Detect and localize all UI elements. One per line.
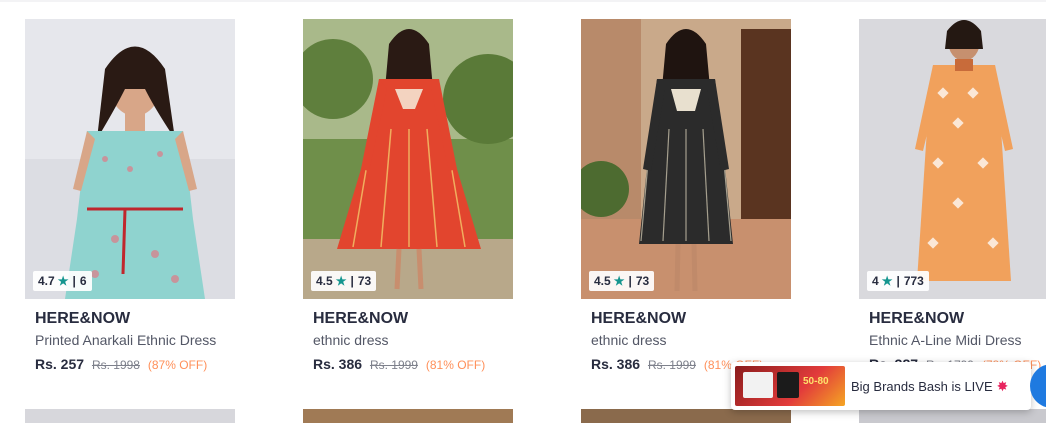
product-image[interactable]: 4.5 ★ | 73 (581, 19, 791, 299)
product-price: Rs. 386 (591, 356, 641, 372)
rating-count: 73 (635, 274, 650, 288)
rating-value: 4.7 (38, 274, 55, 288)
rating-count: 773 (903, 274, 924, 288)
rating-badge: 4 ★ | 773 (867, 271, 929, 291)
next-row-product-image[interactable] (25, 409, 235, 423)
rating-count: 73 (357, 274, 372, 288)
rating-count: 6 (79, 274, 87, 288)
product-card[interactable]: 4.7 ★ | 6 HERE&NOW Printed Anarkali Ethn… (25, 19, 235, 374)
rating-value: 4.5 (316, 274, 333, 288)
model-photo (639, 29, 733, 292)
model-photo (65, 46, 205, 299)
product-image[interactable]: 4.5 ★ | 73 (303, 19, 513, 299)
product-brand: HERE&NOW (591, 310, 687, 327)
product-image[interactable]: 4.7 ★ | 6 (25, 19, 235, 299)
product-info[interactable]: HERE&NOW ethnic dress Rs. 386 Rs. 1999 (… (303, 299, 513, 374)
product-card[interactable]: 4.5 ★ | 73 HERE&NOW ethnic dress Rs. 386… (581, 19, 791, 374)
product-image[interactable]: 4 ★ | 773 (859, 19, 1046, 299)
product-info[interactable]: HERE&NOW Printed Anarkali Ethnic Dress R… (25, 299, 235, 374)
rating-separator: | (350, 274, 354, 288)
star-icon: ★ (881, 274, 893, 288)
promo-thumb-text: 50-80 (803, 376, 829, 387)
burst-icon: ✸ (996, 377, 1009, 394)
price-row: Rs. 257 Rs. 1998 (87% OFF) (35, 355, 225, 374)
product-mrp: Rs. 1999 (647, 358, 696, 372)
rating-badge: 4.5 ★ | 73 (311, 271, 377, 291)
rating-separator: | (72, 274, 76, 288)
product-brand: HERE&NOW (35, 310, 131, 327)
star-icon: ★ (57, 274, 69, 288)
rating-separator: | (628, 274, 632, 288)
product-name: ethnic dress (313, 332, 389, 348)
product-card[interactable]: 4.5 ★ | 73 HERE&NOW ethnic dress Rs. 386… (303, 19, 513, 374)
model-photo (337, 29, 481, 290)
product-name: Printed Anarkali Ethnic Dress (35, 332, 217, 348)
product-name: ethnic dress (591, 332, 667, 348)
promo-toast[interactable]: 50-80 Big Brands Bash is LIVE ✸ (731, 362, 1031, 410)
rating-separator: | (896, 274, 900, 288)
rating-value: 4.5 (594, 274, 611, 288)
product-brand: HERE&NOW (869, 310, 965, 327)
product-name: Ethnic A-Line Midi Dress (869, 332, 1022, 348)
next-row-product-image[interactable] (581, 409, 791, 423)
promo-thumbnail[interactable]: 50-80 (735, 366, 845, 406)
rating-badge: 4.7 ★ | 6 (33, 271, 92, 291)
rating-badge: 4.5 ★ | 73 (589, 271, 655, 291)
next-row-product-image[interactable] (859, 409, 1046, 423)
product-discount: (87% OFF) (147, 358, 208, 372)
product-mrp: Rs. 1999 (369, 358, 418, 372)
product-card[interactable]: 4 ★ | 773 HERE&NOW Ethnic A-Line Midi Dr… (859, 19, 1046, 374)
product-brand: HERE&NOW (313, 310, 409, 327)
star-icon: ★ (335, 274, 347, 288)
star-icon: ★ (613, 274, 625, 288)
next-row-product-image[interactable] (303, 409, 513, 423)
product-mrp: Rs. 1998 (91, 358, 140, 372)
price-row: Rs. 386 Rs. 1999 (81% OFF) (313, 355, 503, 374)
top-divider (0, 0, 1046, 2)
product-discount: (81% OFF) (425, 358, 486, 372)
product-price: Rs. 257 (35, 356, 85, 372)
product-price: Rs. 386 (313, 356, 363, 372)
rating-value: 4 (872, 274, 879, 288)
model-photo (915, 20, 1013, 281)
promo-text: Big Brands Bash is LIVE (851, 378, 993, 394)
